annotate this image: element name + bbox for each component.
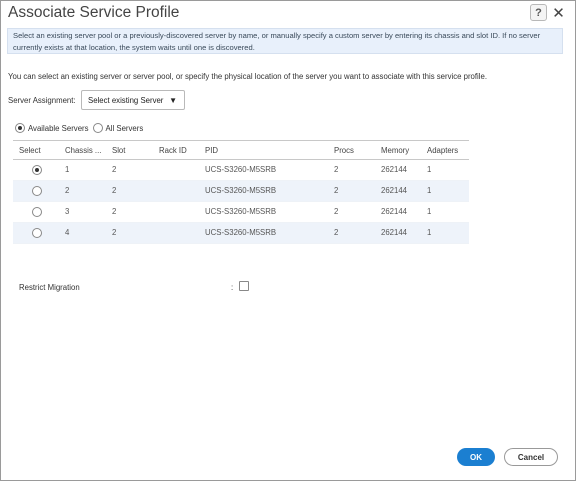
- cell-pid: UCS-S3260-M5SRB: [205, 165, 277, 174]
- cell-slot: 2: [112, 165, 117, 174]
- cell-procs: 2: [334, 186, 339, 195]
- cell-chassis: 4: [65, 228, 70, 237]
- row-select-radio[interactable]: [32, 228, 42, 238]
- cell-memory: 262144: [381, 165, 408, 174]
- cell-adapters: 1: [427, 228, 432, 237]
- cell-pid: UCS-S3260-M5SRB: [205, 186, 277, 195]
- server-assignment-label: Server Assignment:: [8, 96, 76, 105]
- table-row[interactable]: 4 2 UCS-S3260-M5SRB 2 262144 1: [13, 223, 469, 244]
- cell-procs: 2: [334, 207, 339, 216]
- cell-procs: 2: [334, 165, 339, 174]
- associate-service-profile-dialog: Associate Service Profile ? ✕ Select an …: [0, 0, 576, 481]
- cell-chassis: 1: [65, 165, 70, 174]
- close-icon[interactable]: ✕: [551, 5, 566, 22]
- table-row[interactable]: 2 2 UCS-S3260-M5SRB 2 262144 1: [13, 181, 469, 202]
- table-row[interactable]: 1 2 UCS-S3260-M5SRB 2 262144 1: [13, 160, 469, 181]
- info-box: Select an existing server pool or a prev…: [7, 28, 563, 54]
- table-row[interactable]: 3 2 UCS-S3260-M5SRB 2 262144 1: [13, 202, 469, 223]
- cell-memory: 262144: [381, 207, 408, 216]
- cell-adapters: 1: [427, 207, 432, 216]
- row-select-radio[interactable]: [32, 165, 42, 175]
- row-select-radio[interactable]: [32, 207, 42, 217]
- col-procs-header[interactable]: Procs: [334, 146, 354, 155]
- dropdown-arrow-icon: ▼: [169, 96, 177, 105]
- cancel-button[interactable]: Cancel: [504, 448, 558, 466]
- col-slot-header[interactable]: Slot: [112, 146, 125, 155]
- col-pid-header[interactable]: PID: [205, 146, 218, 155]
- col-memory-header[interactable]: Memory: [381, 146, 409, 155]
- available-servers-label: Available Servers: [28, 123, 89, 133]
- cell-memory: 262144: [381, 186, 408, 195]
- table-header: Select Chassis ... Slot Rack ID PID Proc…: [13, 140, 469, 160]
- cell-chassis: 3: [65, 207, 70, 216]
- cell-memory: 262144: [381, 228, 408, 237]
- col-adapters-header[interactable]: Adapters: [427, 146, 458, 155]
- col-rack-id-header[interactable]: Rack ID: [159, 146, 187, 155]
- col-select-header[interactable]: Select: [19, 146, 41, 155]
- header-icons: ? ✕: [530, 4, 566, 22]
- cell-pid: UCS-S3260-M5SRB: [205, 207, 277, 216]
- ok-button[interactable]: OK: [457, 448, 495, 466]
- cell-slot: 2: [112, 186, 117, 195]
- cell-adapters: 1: [427, 165, 432, 174]
- cell-slot: 2: [112, 228, 117, 237]
- dialog-title: Associate Service Profile: [8, 4, 180, 21]
- col-chassis-header[interactable]: Chassis ...: [65, 146, 101, 155]
- server-filter-group: Available Servers All Servers: [15, 123, 143, 133]
- restrict-migration-label: Restrict Migration: [19, 283, 80, 292]
- cell-slot: 2: [112, 207, 117, 216]
- description-text: You can select an existing server or ser…: [8, 72, 488, 81]
- help-icon[interactable]: ?: [530, 4, 547, 21]
- cell-procs: 2: [334, 228, 339, 237]
- cell-adapters: 1: [427, 186, 432, 195]
- servers-table: Select Chassis ... Slot Rack ID PID Proc…: [13, 140, 469, 244]
- restrict-migration-colon: :: [231, 283, 234, 292]
- row-select-radio[interactable]: [32, 186, 42, 196]
- all-servers-radio[interactable]: [92, 123, 103, 133]
- server-assignment-value: Select existing Server: [88, 96, 164, 105]
- all-servers-label: All Servers: [105, 123, 144, 133]
- available-servers-radio[interactable]: [15, 123, 25, 133]
- server-assignment-select[interactable]: Select existing Server ▼: [81, 90, 185, 110]
- cell-chassis: 2: [65, 186, 70, 195]
- restrict-migration-checkbox[interactable]: [239, 281, 249, 291]
- cell-pid: UCS-S3260-M5SRB: [205, 228, 277, 237]
